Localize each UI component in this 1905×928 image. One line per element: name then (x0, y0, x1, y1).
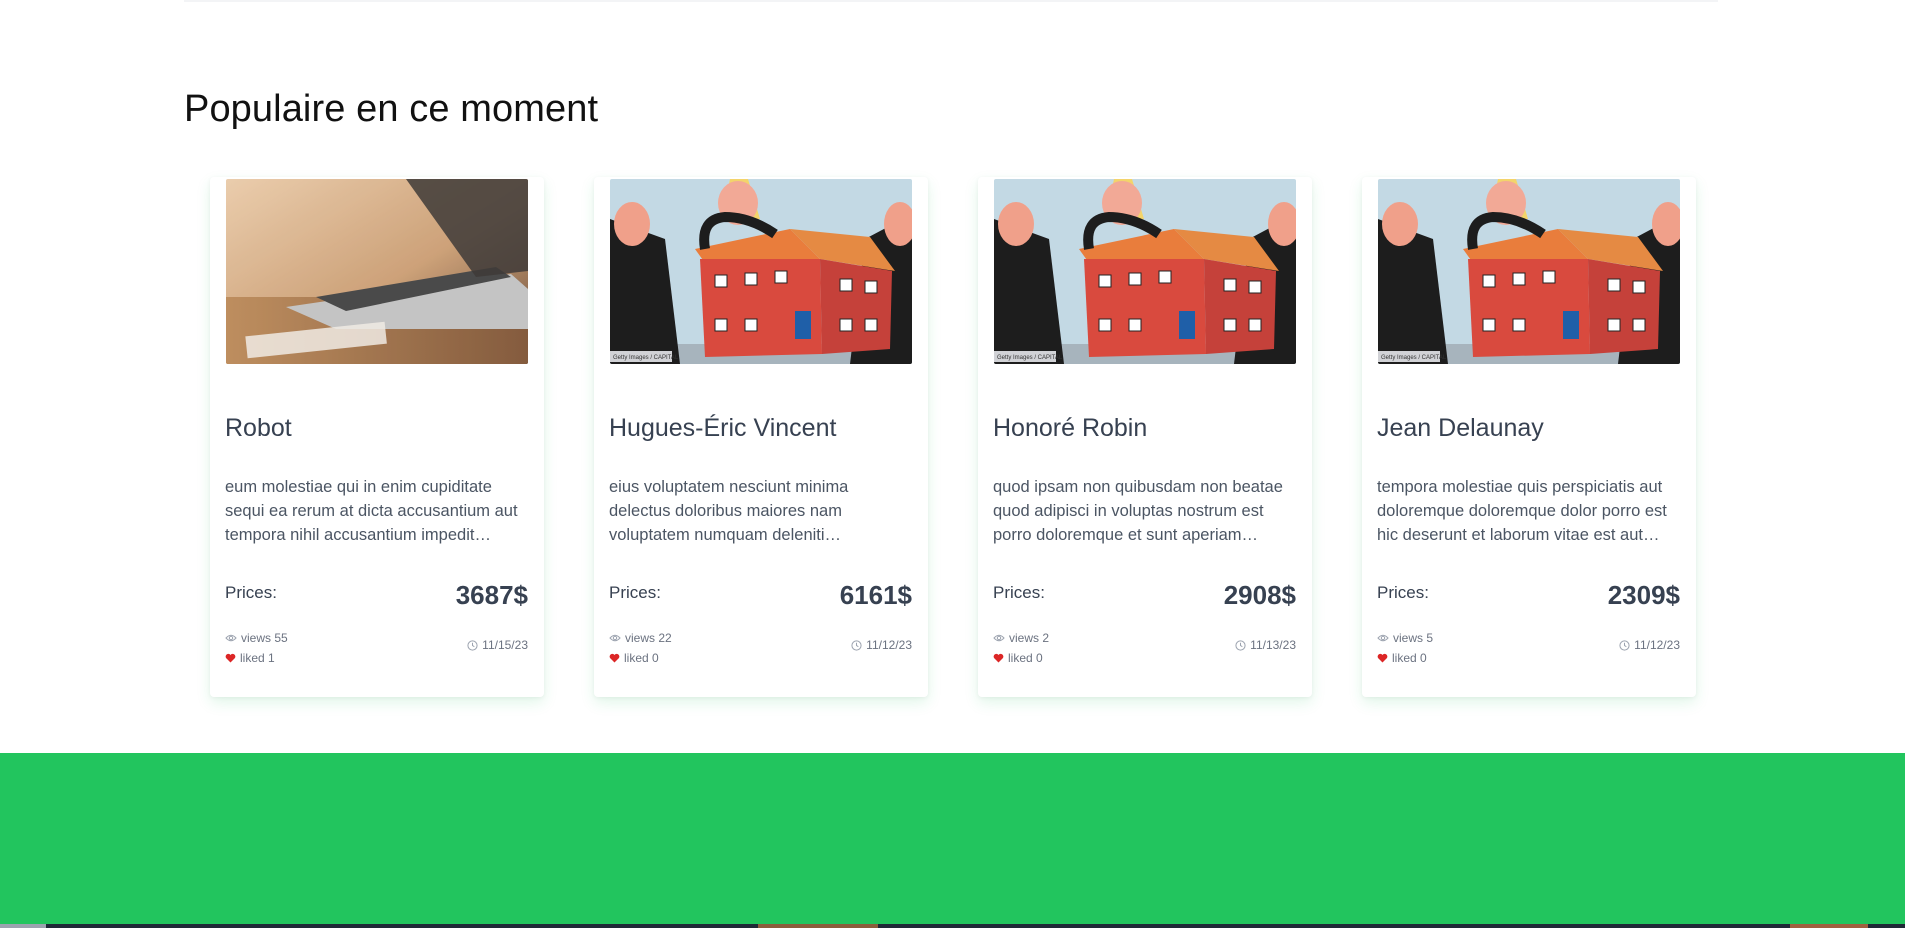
card-title[interactable]: Hugues-Éric Vincent (609, 414, 836, 443)
heart-icon[interactable] (225, 653, 236, 663)
card-description: tempora molestiae quis perspiciatis aut … (1377, 478, 1667, 544)
clock-icon (851, 639, 862, 651)
cards-grid: Robot eum molestiae qui in enim cupidita… (0, 0, 1905, 750)
product-card[interactable]: Getty Images / CAPITAL Jean Delaunay tem… (1362, 177, 1696, 697)
price-label: Prices: (225, 583, 277, 602)
heart-icon[interactable] (609, 653, 620, 663)
card-stats: views 22 liked 0 (609, 628, 672, 668)
bottom-strip-segment (1790, 924, 1868, 928)
eye-icon (609, 634, 621, 642)
price-label: Prices: (993, 583, 1045, 602)
card-stats: views 5 liked 0 (1377, 628, 1433, 668)
price-value: 6161$ (839, 580, 912, 610)
bottom-strip (0, 924, 1905, 928)
card-description: eum molestiae qui in enim cupiditate seq… (225, 478, 518, 544)
heart-icon[interactable] (1377, 653, 1388, 663)
card-title[interactable]: Robot (225, 414, 292, 443)
price-value: 3687$ (455, 580, 528, 610)
price-label: Prices: (1377, 583, 1429, 602)
date-text: 11/15/23 (482, 638, 528, 652)
image-caption: Getty Images / CAPITAL (1381, 355, 1447, 361)
views-count: views 5 (1393, 631, 1434, 645)
liked-count: liked 1 (240, 651, 275, 665)
price-value: 2309$ (1607, 580, 1680, 610)
eye-icon (1377, 634, 1389, 642)
product-card[interactable]: Getty Images / CAPITAL Hugues-Éric Vince… (594, 177, 928, 697)
clock-icon (1619, 639, 1630, 651)
image-caption: Getty Images / CAPITAL (613, 355, 679, 361)
eye-icon (993, 634, 1005, 642)
price-label: Prices: (609, 583, 661, 602)
bottom-strip-segment (758, 924, 878, 928)
card-date: 11/13/23 (1235, 638, 1296, 652)
card-stats: views 2 liked 0 (993, 628, 1049, 668)
product-card[interactable]: Getty Images / CAPITAL Honoré Robin quod… (978, 177, 1312, 697)
clock-icon (1235, 639, 1246, 651)
product-card[interactable]: Robot eum molestiae qui in enim cupidita… (210, 177, 544, 697)
card-image-laptop[interactable] (226, 179, 528, 364)
image-caption: Getty Images / CAPITAL (997, 355, 1063, 361)
date-text: 11/12/23 (866, 638, 912, 652)
date-text: 11/13/23 (1250, 638, 1296, 652)
bottom-strip-segment (0, 924, 46, 928)
card-image-house[interactable]: Getty Images / CAPITAL (994, 179, 1296, 364)
heart-icon[interactable] (993, 653, 1004, 663)
card-date: 11/15/23 (467, 638, 528, 652)
date-text: 11/12/23 (1634, 638, 1680, 652)
card-date: 11/12/23 (1619, 638, 1680, 652)
liked-count: liked 0 (1392, 651, 1427, 665)
liked-count: liked 0 (1008, 651, 1043, 665)
card-stats: views 55 liked 1 (225, 628, 288, 668)
card-description: quod ipsam non quibusdam non beatae quod… (993, 478, 1283, 544)
views-count: views 22 (625, 631, 672, 645)
views-count: views 2 (1009, 631, 1050, 645)
eye-icon (225, 634, 237, 642)
views-count: views 55 (241, 631, 288, 645)
card-image-house[interactable]: Getty Images / CAPITAL (610, 179, 912, 364)
footer (0, 753, 1905, 928)
liked-count: liked 0 (624, 651, 659, 665)
price-value: 2908$ (1223, 580, 1296, 610)
card-date: 11/12/23 (851, 638, 912, 652)
clock-icon (467, 639, 478, 651)
card-title[interactable]: Jean Delaunay (1377, 414, 1544, 443)
card-description: eius voluptatem nesciunt minima delectus… (609, 478, 849, 544)
card-title[interactable]: Honoré Robin (993, 414, 1147, 443)
card-image-house[interactable]: Getty Images / CAPITAL (1378, 179, 1680, 364)
